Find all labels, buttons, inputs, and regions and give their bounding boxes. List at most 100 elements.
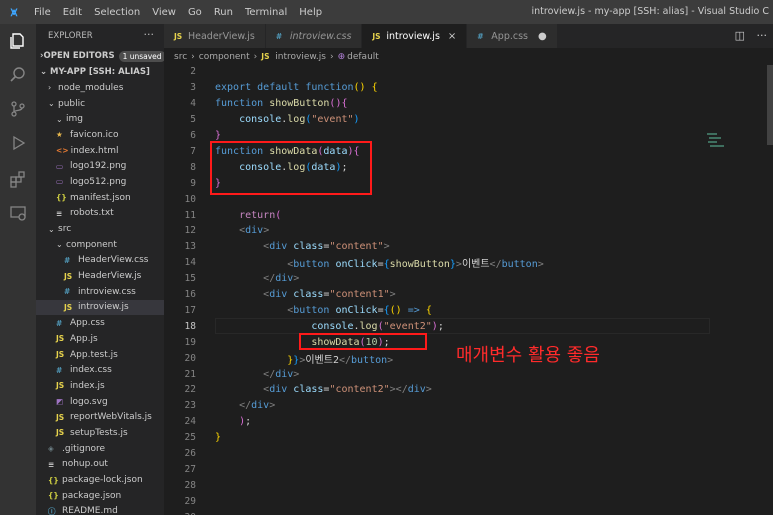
open-editors-section[interactable]: › OPEN EDITORS 1 unsaved bbox=[36, 48, 164, 64]
files-icon[interactable] bbox=[9, 32, 27, 50]
file-item-robots-txt[interactable]: ≡ robots.txt bbox=[36, 206, 164, 222]
file-item-logo192-png[interactable]: ▭ logo192.png bbox=[36, 158, 164, 174]
file-item-app-css[interactable]: # App.css bbox=[36, 315, 164, 331]
code-token: { bbox=[371, 82, 378, 94]
workspace-root[interactable]: ⌄ MY-APP [SSH: ALIAS] bbox=[36, 64, 164, 80]
line-number: 24 bbox=[184, 416, 196, 428]
menu-item-edit[interactable]: Edit bbox=[57, 7, 88, 18]
folder-item-component[interactable]: ⌄ component bbox=[36, 237, 164, 253]
run-debug-icon[interactable] bbox=[9, 134, 27, 152]
search-icon[interactable] bbox=[9, 66, 27, 84]
menu-item-go[interactable]: Go bbox=[182, 7, 208, 18]
menu-item-run[interactable]: Run bbox=[208, 7, 239, 18]
code-editor[interactable]: 2 3 export default function() {4 function s… bbox=[164, 65, 773, 515]
unsaved-dot-icon[interactable]: ● bbox=[538, 31, 547, 42]
code-token: => bbox=[407, 304, 420, 316]
file-tree: › node_modules ⌄ public ⌄ img ★ favicon.ico <> in… bbox=[36, 80, 164, 515]
file-item-headerview-css[interactable]: # HeaderView.css bbox=[36, 253, 164, 269]
title-bar: ⩙ File Edit Selection View Go Run Terminal Help… bbox=[0, 0, 773, 24]
file-item-package-json[interactable]: {} package.json bbox=[36, 488, 164, 504]
code-token: class bbox=[293, 289, 324, 301]
code-line: 14 <button onClick={showButton}>이벤트</but… bbox=[164, 255, 773, 271]
folder-item-public[interactable]: ⌄ public bbox=[36, 96, 164, 112]
file-item-app-js[interactable]: JS App.js bbox=[36, 331, 164, 347]
breadcrumb-item-src[interactable]: src bbox=[174, 52, 187, 62]
tree-item-label: logo512.png bbox=[70, 176, 127, 187]
file-item-introview-js[interactable]: JS introview.js bbox=[36, 299, 164, 316]
line-number: 15 bbox=[184, 273, 196, 285]
tab-introview-js[interactable]: JS introview.js × bbox=[362, 24, 468, 48]
code-token: () bbox=[329, 98, 342, 110]
code-token: console bbox=[311, 320, 354, 332]
file-item-headerview-js[interactable]: JS HeaderView.js bbox=[36, 268, 164, 284]
tree-item-label: node_modules bbox=[58, 82, 124, 93]
menu-item-file[interactable]: File bbox=[28, 7, 57, 18]
explorer-header: EXPLORER ··· bbox=[36, 24, 164, 48]
tab-introview-css[interactable]: # introview.css bbox=[265, 24, 363, 48]
json-file-icon: {} bbox=[48, 491, 59, 501]
code-token: } bbox=[215, 432, 222, 444]
file-item-introview-css[interactable]: # introview.css bbox=[36, 284, 164, 300]
file-item-setuptests-js[interactable]: JS setupTests.js bbox=[36, 425, 164, 441]
js-file-icon: JS bbox=[56, 334, 65, 344]
json-file-icon: {} bbox=[48, 475, 59, 485]
line-number: 18 bbox=[184, 320, 196, 332]
tree-item-label: nohup.out bbox=[62, 459, 108, 470]
code-token: button bbox=[351, 354, 388, 366]
file-item-index-html[interactable]: <> index.html bbox=[36, 143, 164, 159]
file-item-readme-md[interactable]: ⓘ README.md bbox=[36, 504, 164, 515]
window-title: introview.js - my-app [SSH: alias] - Vis… bbox=[531, 6, 769, 17]
tab-headerview-js[interactable]: JS HeaderView.js bbox=[164, 24, 266, 48]
extensions-icon[interactable] bbox=[9, 170, 27, 188]
code-line: 28 bbox=[164, 477, 773, 493]
file-item-index-js[interactable]: JS index.js bbox=[36, 378, 164, 394]
chevron-down-icon: ⌄ bbox=[56, 114, 63, 124]
folder-item-node-modules[interactable]: › node_modules bbox=[36, 80, 164, 96]
file-item-logo512-png[interactable]: ▭ logo512.png bbox=[36, 174, 164, 190]
more-actions-icon[interactable]: ··· bbox=[757, 29, 768, 42]
code-token: > bbox=[263, 225, 270, 237]
breadcrumb-item-symbol[interactable]: default bbox=[347, 52, 379, 62]
code-token: "event2" bbox=[383, 320, 432, 332]
code-token: div bbox=[251, 400, 270, 412]
source-control-icon[interactable] bbox=[9, 100, 27, 118]
tree-item-label: manifest.json bbox=[70, 192, 131, 203]
code-token: ; bbox=[245, 416, 252, 428]
tree-item-label: public bbox=[58, 98, 86, 109]
git-file-icon: ◈ bbox=[48, 444, 54, 454]
menu-item-terminal[interactable]: Terminal bbox=[239, 7, 293, 18]
menu-item-view[interactable]: View bbox=[146, 7, 182, 18]
remote-explorer-icon[interactable] bbox=[9, 204, 27, 222]
file-item-app-test-js[interactable]: JS App.test.js bbox=[36, 347, 164, 363]
code-token: > bbox=[537, 259, 544, 271]
menu-item-selection[interactable]: Selection bbox=[88, 7, 146, 18]
folder-item-src[interactable]: ⌄ src bbox=[36, 221, 164, 237]
tab-app-css[interactable]: # App.css ● bbox=[467, 24, 558, 48]
code-token: div bbox=[269, 241, 288, 253]
file-item-index-css[interactable]: # index.css bbox=[36, 362, 164, 378]
more-actions-icon[interactable]: ··· bbox=[144, 28, 155, 41]
file-item-manifest-json[interactable]: {} manifest.json bbox=[36, 190, 164, 206]
file-item-gitignore[interactable]: ◈ .gitignore bbox=[36, 441, 164, 457]
breadcrumb-item-component[interactable]: component bbox=[199, 52, 250, 62]
file-item-reportwebvitals-js[interactable]: JS reportWebVitals.js bbox=[36, 409, 164, 425]
menu-item-help[interactable]: Help bbox=[293, 7, 328, 18]
split-editor-icon[interactable]: ◫ bbox=[735, 29, 745, 42]
code-token: function bbox=[215, 98, 264, 110]
line-code: } bbox=[215, 130, 221, 141]
file-item-favicon-ico[interactable]: ★ favicon.ico bbox=[36, 127, 164, 143]
unsaved-badge: 1 unsaved bbox=[118, 50, 164, 62]
js-file-icon: JS bbox=[64, 271, 73, 281]
file-item-package-lock-json[interactable]: {} package-lock.json bbox=[36, 472, 164, 488]
line-number: 14 bbox=[184, 257, 196, 269]
file-item-nohup-out[interactable]: ≡ nohup.out bbox=[36, 457, 164, 473]
file-item-logo-svg[interactable]: ◩ logo.svg bbox=[36, 394, 164, 410]
folder-item-img[interactable]: ⌄ img bbox=[36, 111, 164, 127]
close-icon[interactable]: × bbox=[448, 31, 456, 42]
js-file-icon: JS bbox=[56, 381, 65, 391]
breadcrumb-item-file[interactable]: introview.js bbox=[275, 52, 326, 62]
